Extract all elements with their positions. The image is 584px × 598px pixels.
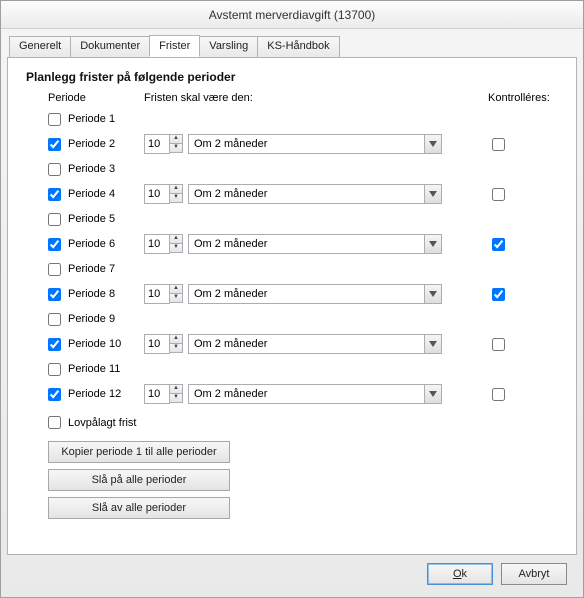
day-input[interactable] <box>144 284 170 304</box>
period-label: Periode 12 <box>64 388 144 400</box>
dialog-window: Avstemt merverdiavgift (13700) Generelt … <box>0 0 584 598</box>
period-enable-checkbox[interactable] <box>48 313 61 326</box>
spin-down-icon[interactable]: ▼ <box>169 343 183 353</box>
client-area: Generelt Dokumenter Frister Varsling KS-… <box>1 29 583 595</box>
col-kontroll: Kontrolléres: <box>488 92 564 104</box>
chevron-down-icon[interactable] <box>424 134 442 154</box>
tab-varsling[interactable]: Varsling <box>199 36 258 58</box>
period-label: Periode 7 <box>64 263 144 275</box>
col-frist: Fristen skal være den: <box>144 92 488 104</box>
period-enable-checkbox[interactable] <box>48 238 61 251</box>
titlebar: Avstemt merverdiavgift (13700) <box>1 1 583 29</box>
period-row: Periode 10▲▼ <box>48 332 564 356</box>
period-enable-checkbox[interactable] <box>48 263 61 276</box>
period-enable-checkbox[interactable] <box>48 113 61 126</box>
period-enable-checkbox[interactable] <box>48 163 61 176</box>
window-title: Avstemt merverdiavgift (13700) <box>209 8 376 22</box>
period-label: Periode 8 <box>64 288 144 300</box>
kontroll-checkbox[interactable] <box>492 388 505 401</box>
period-row: Periode 7 <box>48 257 564 281</box>
period-row: Periode 1 <box>48 107 564 131</box>
period-label: Periode 9 <box>64 313 144 325</box>
period-enable-checkbox[interactable] <box>48 213 61 226</box>
bulk-buttons: Kopier periode 1 til alle perioder Slå p… <box>48 441 564 519</box>
period-label: Periode 4 <box>64 188 144 200</box>
kontroll-checkbox[interactable] <box>492 238 505 251</box>
enable-all-button[interactable]: Slå på alle perioder <box>48 469 230 491</box>
period-row: Periode 3 <box>48 157 564 181</box>
day-input[interactable] <box>144 134 170 154</box>
chevron-down-icon[interactable] <box>424 334 442 354</box>
offset-combobox[interactable] <box>188 284 424 304</box>
lovpaalagt-row: Lovpålagt frist <box>48 416 564 429</box>
spin-down-icon[interactable]: ▼ <box>169 293 183 303</box>
period-row: Periode 6▲▼ <box>48 232 564 256</box>
period-label: Periode 2 <box>64 138 144 150</box>
period-row: Periode 9 <box>48 307 564 331</box>
spin-down-icon[interactable]: ▼ <box>169 393 183 403</box>
tab-panel-frister: Planlegg frister på følgende perioder Pe… <box>7 57 577 555</box>
period-row: Periode 8▲▼ <box>48 282 564 306</box>
spin-down-icon[interactable]: ▼ <box>169 143 183 153</box>
tab-strip: Generelt Dokumenter Frister Varsling KS-… <box>9 35 577 57</box>
tab-ks-handbok[interactable]: KS-Håndbok <box>257 36 339 58</box>
kontroll-checkbox[interactable] <box>492 338 505 351</box>
period-label: Periode 10 <box>64 338 144 350</box>
tab-frister[interactable]: Frister <box>149 35 200 57</box>
tab-dokumenter[interactable]: Dokumenter <box>70 36 150 58</box>
period-enable-checkbox[interactable] <box>48 138 61 151</box>
period-enable-checkbox[interactable] <box>48 388 61 401</box>
period-label: Periode 3 <box>64 163 144 175</box>
period-label: Periode 6 <box>64 238 144 250</box>
period-row: Periode 2▲▼ <box>48 132 564 156</box>
period-rows: Periode 1 Periode 2▲▼ Periode 3 Periode 4▲▼… <box>22 107 564 406</box>
spin-down-icon[interactable]: ▼ <box>169 243 183 253</box>
kontroll-checkbox[interactable] <box>492 288 505 301</box>
chevron-down-icon[interactable] <box>424 284 442 304</box>
lovpaalagt-label: Lovpålagt frist <box>64 417 136 429</box>
day-input[interactable] <box>144 334 170 354</box>
chevron-down-icon[interactable] <box>424 234 442 254</box>
day-input[interactable] <box>144 184 170 204</box>
period-label: Periode 5 <box>64 213 144 225</box>
spin-down-icon[interactable]: ▼ <box>169 193 183 203</box>
column-headers: Periode Fristen skal være den: Kontrollé… <box>48 92 564 104</box>
period-row: Periode 5 <box>48 207 564 231</box>
period-label: Periode 11 <box>64 363 144 375</box>
offset-combobox[interactable] <box>188 234 424 254</box>
tab-generelt[interactable]: Generelt <box>9 36 71 58</box>
section-title: Planlegg frister på følgende perioder <box>26 70 564 84</box>
kontroll-checkbox[interactable] <box>492 188 505 201</box>
col-periode: Periode <box>48 92 144 104</box>
disable-all-button[interactable]: Slå av alle perioder <box>48 497 230 519</box>
chevron-down-icon[interactable] <box>424 184 442 204</box>
period-enable-checkbox[interactable] <box>48 188 61 201</box>
lovpaalagt-checkbox[interactable] <box>48 416 61 429</box>
day-input[interactable] <box>144 234 170 254</box>
cancel-button[interactable]: Avbryt <box>501 563 567 585</box>
copy-period1-button[interactable]: Kopier periode 1 til alle perioder <box>48 441 230 463</box>
period-row: Periode 11 <box>48 357 564 381</box>
chevron-down-icon[interactable] <box>424 384 442 404</box>
kontroll-checkbox[interactable] <box>492 138 505 151</box>
offset-combobox[interactable] <box>188 384 424 404</box>
period-row: Periode 12▲▼ <box>48 382 564 406</box>
offset-combobox[interactable] <box>188 334 424 354</box>
offset-combobox[interactable] <box>188 134 424 154</box>
ok-button[interactable]: Ok <box>427 563 493 585</box>
offset-combobox[interactable] <box>188 184 424 204</box>
dialog-footer: Ok Avbryt <box>7 555 577 595</box>
period-row: Periode 4▲▼ <box>48 182 564 206</box>
period-enable-checkbox[interactable] <box>48 338 61 351</box>
period-enable-checkbox[interactable] <box>48 288 61 301</box>
period-label: Periode 1 <box>64 113 144 125</box>
day-input[interactable] <box>144 384 170 404</box>
period-enable-checkbox[interactable] <box>48 363 61 376</box>
